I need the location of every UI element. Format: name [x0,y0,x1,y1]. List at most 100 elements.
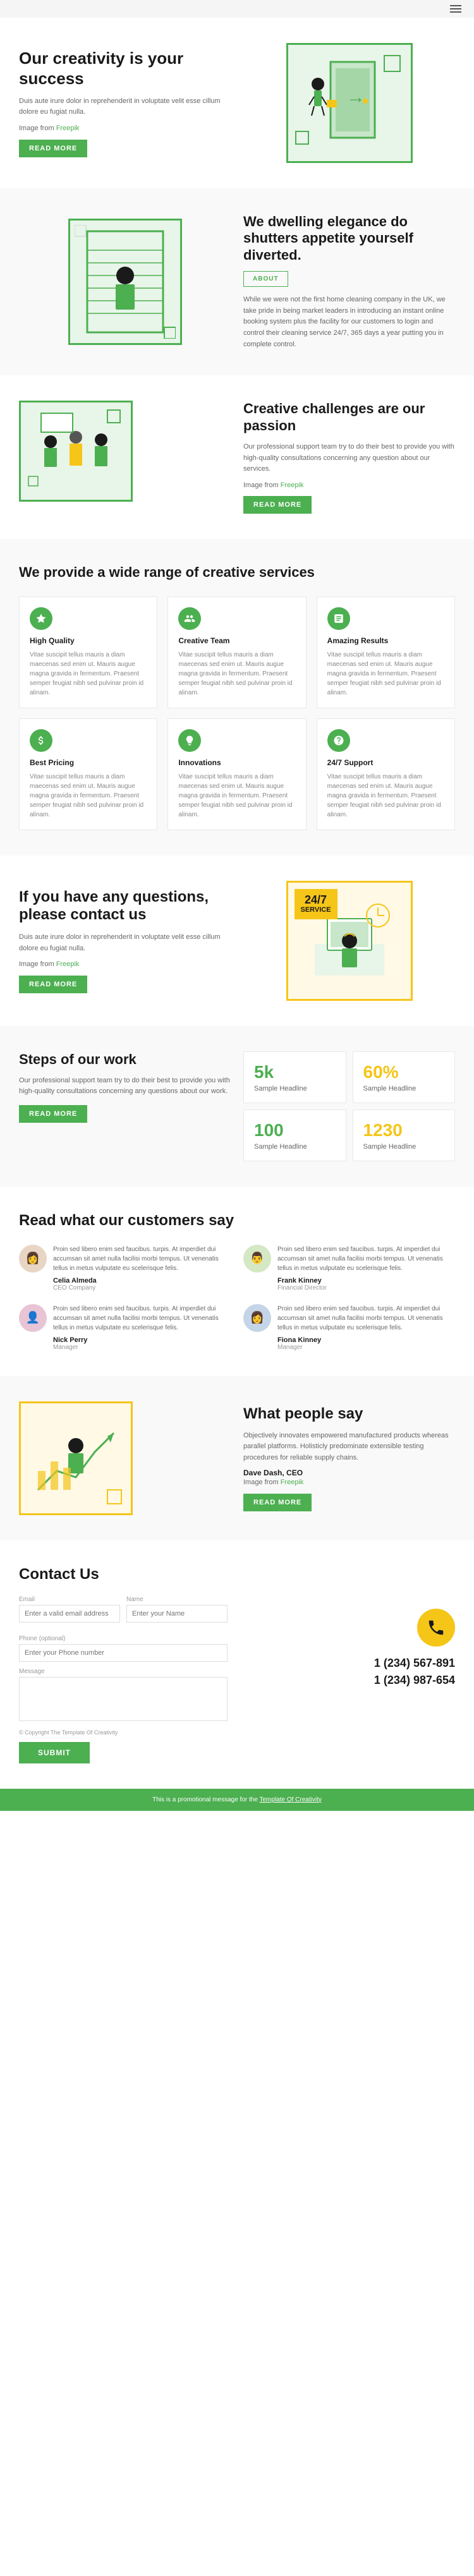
creative-image-source: Image from Freepik [243,480,455,492]
phone-label: Phone (optional) [19,1635,228,1642]
service-badge: 24/7 SERVICE [295,889,337,919]
message-field[interactable] [19,1677,228,1721]
footer-link[interactable]: Template Of Creativity [259,1796,321,1803]
service-results-title: Amazing Results [327,636,444,645]
stat-box-0: 5k Sample Headline [243,1051,346,1103]
stats-title: Steps of our work [19,1051,231,1068]
testimonial-2: 👤 Proin sed libero enim sed faucibus. tu… [19,1304,231,1351]
creative-title: Creative challenges are our passion [243,401,455,434]
hero-freepik-link[interactable]: Freepik [56,124,80,132]
service-support-desc: Vitae suscipit tellus mauris a diam maec… [327,772,444,819]
header [0,0,474,18]
phone-field[interactable] [19,1644,228,1662]
stat-box-1: 60% Sample Headline [353,1051,456,1103]
reviewer-name: Dave Dash, CEO [243,1468,455,1477]
what-say-freepik-link[interactable]: Freepik [281,1478,304,1486]
testimonials-title: Read what our customers say [19,1212,455,1230]
avatar-0: 👩 [19,1245,47,1273]
stat-box-3: 1230 Sample Headline [353,1110,456,1161]
footer: This is a promotional message for the Te… [0,1789,474,1811]
what-say-title: What people say [243,1405,455,1423]
elegance-description: While we were not the first home cleanin… [243,294,455,350]
service-team-title: Creative Team [178,636,295,645]
contact-cta-freepik-link[interactable]: Freepik [56,960,80,968]
service-card-support: 24/7 Support Vitae suscipit tellus mauri… [317,718,455,830]
service-quality-desc: Vitae suscipit tellus mauris a diam maec… [30,650,147,698]
phone-number-1: 1 (234) 567-891 [374,1657,455,1670]
stat-number-2: 100 [254,1120,336,1140]
avatar-3: 👩 [243,1304,271,1332]
contact-title: Contact Us [19,1566,455,1583]
stats-read-more-button[interactable]: READ MORE [19,1105,87,1123]
copyright: © Copyright The Template Of Creativity [19,1729,228,1736]
what-say-read-more-button[interactable]: READ MORE [243,1494,312,1511]
services-grid: High Quality Vitae suscipit tellus mauri… [19,596,455,830]
name-field[interactable] [126,1605,228,1623]
service-card-pricing: Best Pricing Vitae suscipit tellus mauri… [19,718,157,830]
phone-number-2: 1 (234) 987-654 [374,1674,455,1687]
testimonial-text-1: Proin sed libero enim sed faucibus. turp… [277,1245,455,1273]
name-label: Name [126,1596,228,1603]
service-pricing-desc: Vitae suscipit tellus mauris a diam maec… [30,772,147,819]
service-pricing-title: Best Pricing [30,758,147,767]
creative-image [19,401,231,502]
service-quality-title: High Quality [30,636,147,645]
stat-number-1: 60% [363,1062,445,1082]
service-card-results: Amazing Results Vitae suscipit tellus ma… [317,596,455,708]
elegance-about-button[interactable]: ABOUT [243,271,288,287]
service-support-title: 24/7 Support [327,758,444,767]
testimonial-content-2: Proin sed libero enim sed faucibus. turp… [53,1304,231,1351]
what-people-say-section: What people say Objectively innovates em… [0,1376,474,1540]
stat-label-1: Sample Headline [363,1085,445,1092]
testimonial-role-1: Financial Director [277,1285,455,1291]
contact-cta-description: Duis aute irure dolor in reprehenderit i… [19,932,231,954]
contact-phone-info: 1 (234) 567-891 1 (234) 987-654 [246,1596,455,1763]
stat-number-3: 1230 [363,1120,445,1140]
testimonial-text-0: Proin sed libero enim sed faucibus. turp… [53,1245,231,1273]
service-results-desc: Vitae suscipit tellus mauris a diam maec… [327,650,444,698]
service-card-innovation: Innovations Vitae suscipit tellus mauris… [167,718,306,830]
results-icon [327,607,350,630]
innovation-icon [178,729,201,752]
hero-illustration: → [243,43,455,163]
avatar-2: 👤 [19,1304,47,1332]
phone-icon-box [417,1609,455,1647]
testimonial-role-2: Manager [53,1344,231,1351]
contact-cta-read-more-button[interactable]: READ MORE [19,976,87,993]
testimonial-name-1: Frank Kinney [277,1277,455,1285]
contact-section: Contact Us Email Name Phone (optional) M… [0,1540,474,1789]
stat-box-2: 100 Sample Headline [243,1110,346,1161]
submit-button[interactable]: SUBMIT [19,1742,90,1763]
testimonial-text-3: Proin sed libero enim sed faucibus. turp… [277,1304,455,1333]
quality-icon [30,607,52,630]
creative-read-more-button[interactable]: READ MORE [243,496,312,514]
service-innovation-desc: Vitae suscipit tellus mauris a diam maec… [178,772,295,819]
testimonial-1: 👨 Proin sed libero enim sed faucibus. tu… [243,1245,455,1291]
elegance-section: We dwelling elegance do shutters appetit… [0,188,474,375]
service-team-desc: Vitae suscipit tellus mauris a diam maec… [178,650,295,698]
testimonial-content-3: Proin sed libero enim sed faucibus. turp… [277,1304,455,1351]
testimonial-name-2: Nick Perry [53,1336,231,1344]
hero-read-more-button[interactable]: READ MORE [19,140,87,157]
stat-label-3: Sample Headline [363,1143,445,1151]
message-label: Message [19,1668,228,1675]
testimonial-text-2: Proin sed libero enim sed faucibus. turp… [53,1304,231,1333]
hamburger-menu[interactable] [450,5,461,13]
testimonial-role-0: CEO Company [53,1285,231,1291]
pricing-icon [30,729,52,752]
contact-cta-image-source: Image from Freepik [19,959,231,971]
team-icon [178,607,201,630]
what-say-image [19,1401,231,1515]
stat-label-2: Sample Headline [254,1143,336,1151]
contact-cta-section: If you have any questions, please contac… [0,856,474,1026]
service-card-team: Creative Team Vitae suscipit tellus maur… [167,596,306,708]
support-icon [327,729,350,752]
creative-freepik-link[interactable]: Freepik [281,481,304,489]
email-field[interactable] [19,1605,120,1623]
service-innovation-title: Innovations [178,758,295,767]
stat-label-0: Sample Headline [254,1085,336,1092]
testimonial-name-3: Fiona Kinney [277,1336,455,1344]
hero-image-source: Image from Freepik [19,123,231,135]
testimonial-role-3: Manager [277,1344,455,1351]
what-say-description: Objectively innovates empowered manufact… [243,1430,455,1464]
